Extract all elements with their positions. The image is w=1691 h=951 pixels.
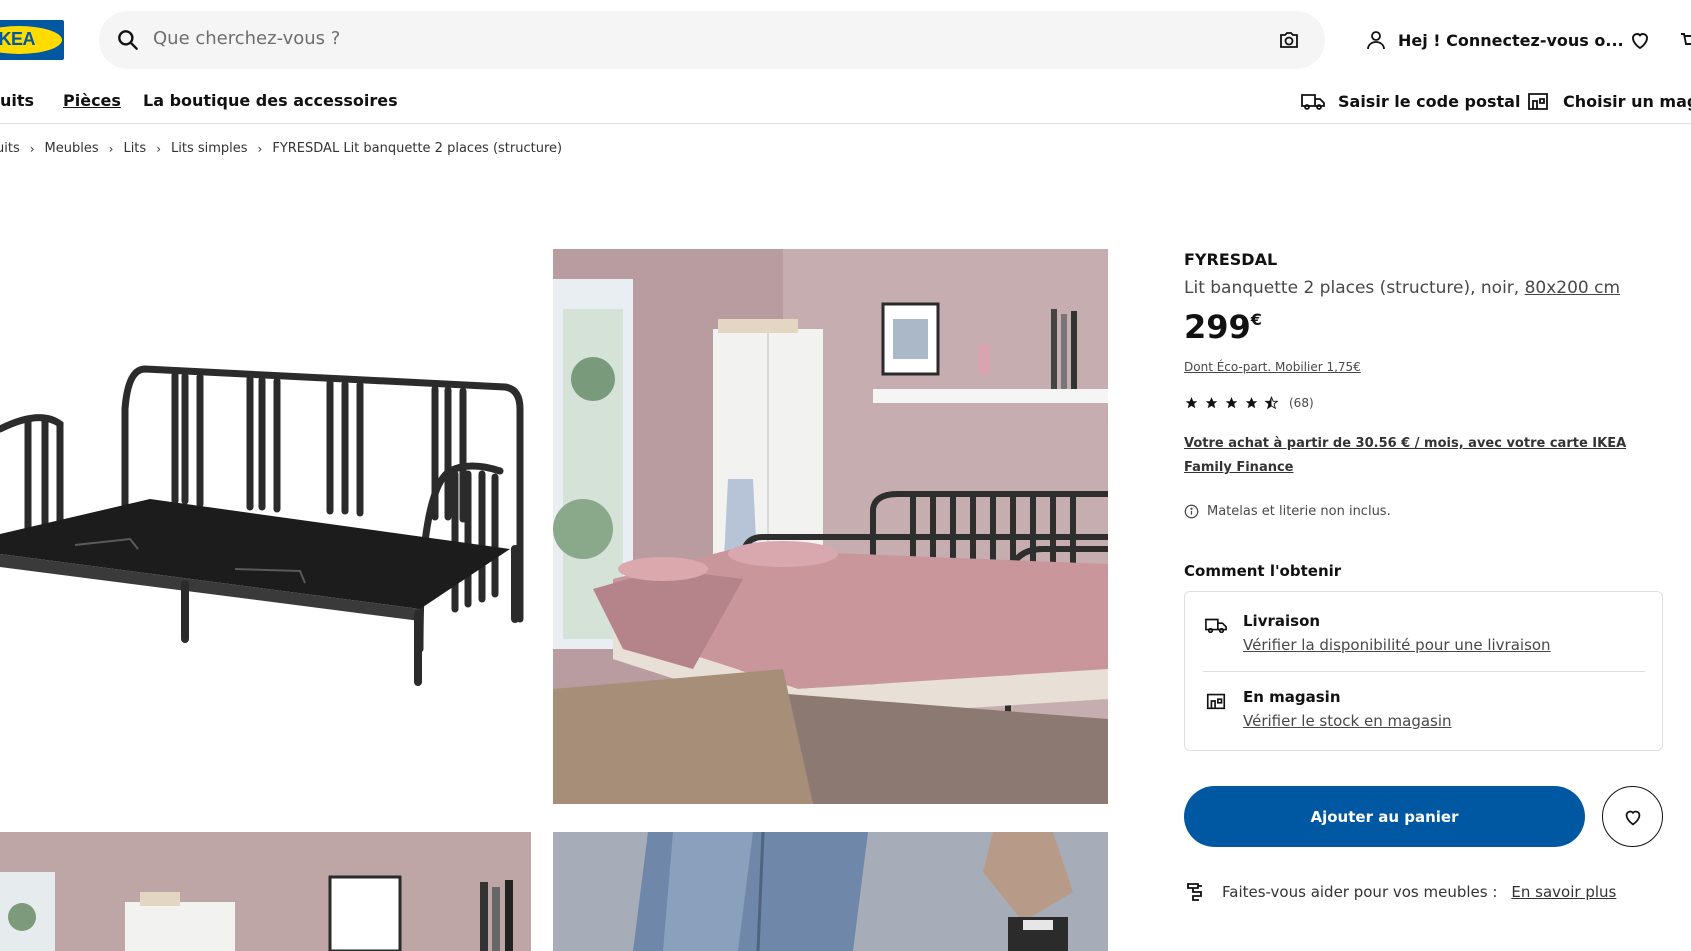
- truck-icon: [1301, 94, 1325, 110]
- product-info-panel: FYRESDAL Lit banquette 2 places (structu…: [1184, 250, 1664, 901]
- info-text: Matelas et literie non inclus.: [1207, 504, 1391, 519]
- product-description: Lit banquette 2 places (structure), noir…: [1184, 278, 1620, 298]
- rating-stars: [1184, 396, 1279, 410]
- postal-code-label: Saisir le code postal: [1338, 91, 1521, 111]
- learn-more-link[interactable]: En savoir plus: [1511, 883, 1616, 901]
- obtain-title: Comment l'obtenir: [1184, 562, 1342, 580]
- price-value: 299: [1184, 308, 1251, 346]
- breadcrumb: uits › Meubles › Lits › Lits simples › F…: [0, 141, 562, 156]
- breadcrumb-item[interactable]: Lits: [123, 141, 146, 156]
- product-price: 299€: [1184, 308, 1262, 346]
- postal-code-link[interactable]: Saisir le code postal: [1300, 89, 1520, 113]
- heart-icon: [1625, 810, 1640, 825]
- star-icon: [1225, 397, 1238, 409]
- person-assembly-illustration: [553, 832, 1108, 951]
- store-stock-link[interactable]: Vérifier le stock en magasin: [1243, 712, 1452, 730]
- choose-store-link[interactable]: Choisir un magas: [1525, 89, 1691, 113]
- finance-link[interactable]: Votre achat à partir de 30.56 € / mois, …: [1184, 432, 1654, 480]
- breadcrumb-item[interactable]: Meubles: [45, 141, 99, 156]
- chevron-right-icon: ›: [257, 141, 263, 156]
- eco-part-link[interactable]: Dont Éco-part. Mobilier 1,75€: [1184, 360, 1361, 374]
- product-description-text: Lit banquette 2 places (structure), noir…: [1184, 278, 1520, 298]
- help-text: Faites-vous aider pour vos meubles :: [1222, 883, 1498, 901]
- star-icon: [1185, 397, 1198, 409]
- info-note: Matelas et literie non inclus.: [1184, 504, 1391, 519]
- product-image-thumbnail-2[interactable]: [553, 832, 1108, 951]
- store-icon: [1206, 693, 1226, 710]
- store-title: En magasin: [1243, 688, 1341, 706]
- product-size-link[interactable]: 80x200 cm: [1525, 278, 1620, 298]
- add-to-cart-button[interactable]: Ajouter au panier: [1184, 786, 1585, 847]
- store-icon: [1528, 93, 1548, 110]
- price-currency: €: [1250, 310, 1262, 329]
- chevron-right-icon: ›: [29, 141, 35, 156]
- tools-icon: [1187, 883, 1202, 901]
- rating-count: (68): [1289, 396, 1314, 410]
- header: IKEA Que cherchez-vous ? Hej ! Connectez…: [0, 0, 1691, 80]
- divider: [1203, 671, 1645, 672]
- account-link[interactable]: Hej ! Connectez-vous o...: [1364, 28, 1624, 52]
- nav-item-rooms[interactable]: Pièces: [63, 91, 121, 110]
- daybed-frame-illustration: [0, 365, 524, 686]
- user-icon: [1367, 31, 1385, 50]
- assembly-help: Faites-vous aider pour vos meubles : En …: [1184, 880, 1616, 904]
- nav-item-accessories[interactable]: La boutique des accessoires: [143, 91, 398, 110]
- logo-text: IKEA: [0, 29, 36, 49]
- product-image-main[interactable]: [0, 249, 531, 804]
- star-icon: [1205, 397, 1218, 409]
- chevron-right-icon: ›: [108, 141, 114, 156]
- choose-store-label: Choisir un magas: [1563, 91, 1691, 111]
- bedroom-scene-illustration: [553, 249, 1108, 804]
- search-input[interactable]: Que cherchez-vous ?: [153, 28, 340, 49]
- star-half-icon: [1264, 396, 1279, 410]
- product-image-bedroom[interactable]: [553, 249, 1108, 804]
- breadcrumb-item[interactable]: Lits simples: [171, 141, 248, 156]
- ikea-logo[interactable]: IKEA: [0, 20, 64, 60]
- info-icon: [1184, 504, 1199, 519]
- delivery-link[interactable]: Vérifier la disponibilité pour une livra…: [1243, 636, 1551, 654]
- search-bar[interactable]: Que cherchez-vous ?: [99, 11, 1325, 69]
- main-nav: uits Pièces La boutique des accessoires …: [0, 86, 1691, 124]
- camera-icon[interactable]: [1277, 28, 1301, 52]
- truck-icon: [1205, 618, 1227, 634]
- bedroom-partial-illustration: [0, 832, 531, 951]
- nav-item-products[interactable]: uits: [0, 91, 34, 110]
- product-image-thumbnail-1[interactable]: [0, 832, 531, 951]
- product-brand: FYRESDAL: [1184, 250, 1278, 269]
- cart-icon[interactable]: [1678, 28, 1691, 52]
- rating[interactable]: (68): [1184, 396, 1314, 410]
- search-icon[interactable]: [115, 27, 141, 53]
- breadcrumb-item[interactable]: uits: [0, 141, 20, 156]
- breadcrumb-current: FYRESDAL Lit banquette 2 places (structu…: [272, 141, 563, 156]
- star-icon: [1245, 397, 1258, 409]
- heart-icon[interactable]: [1628, 28, 1652, 52]
- chevron-right-icon: ›: [156, 141, 161, 156]
- account-label: Hej ! Connectez-vous o...: [1398, 30, 1624, 50]
- favorite-button[interactable]: [1602, 786, 1663, 847]
- delivery-title: Livraison: [1243, 612, 1321, 630]
- obtain-box: Livraison Vérifier la disponibilité pour…: [1184, 591, 1663, 751]
